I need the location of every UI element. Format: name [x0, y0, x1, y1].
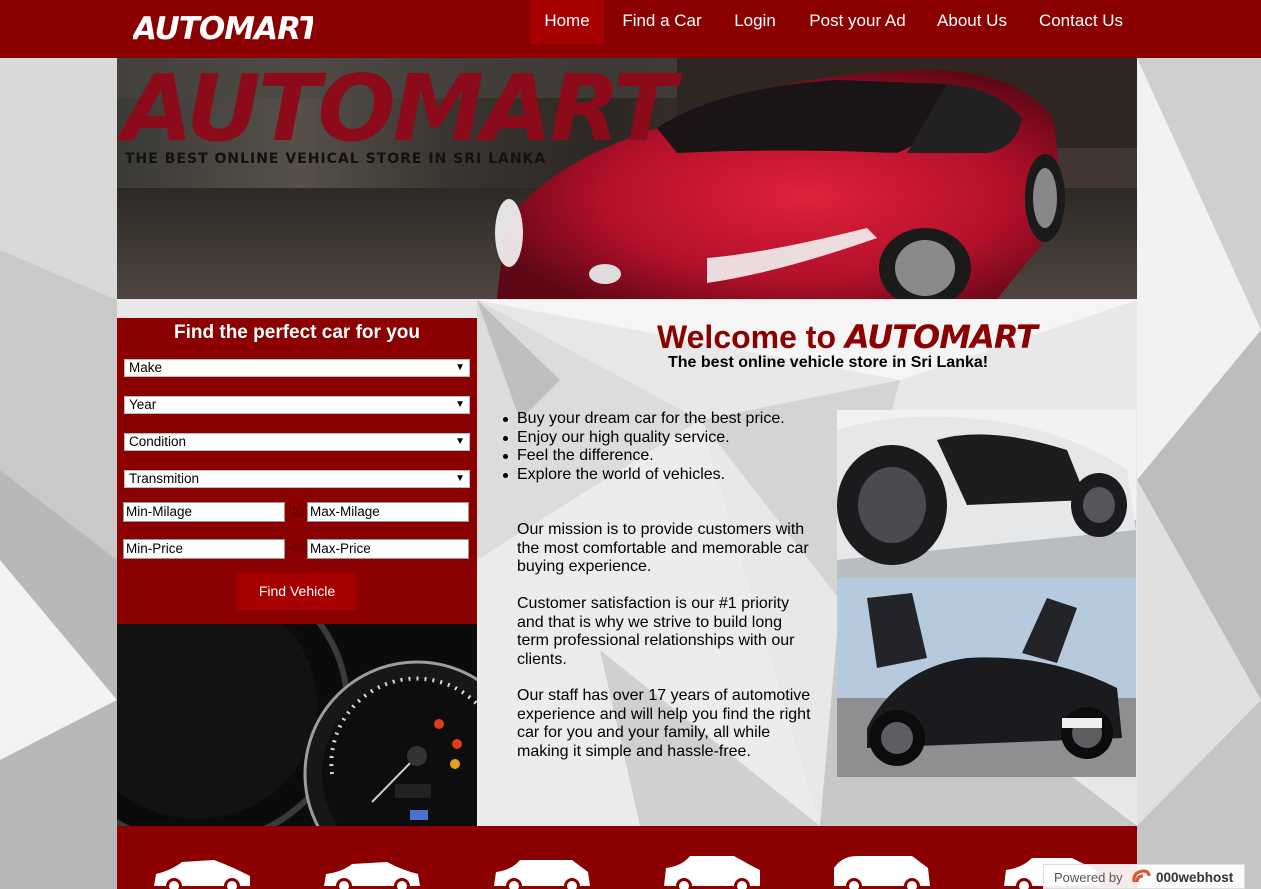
welcome-heading: Welcome to AUTOMART	[657, 318, 1038, 356]
wagon-icon[interactable]	[492, 856, 592, 889]
list-item: Explore the world of vehicles.	[503, 466, 785, 485]
condition-select-value: Condition	[129, 434, 187, 449]
webhost-name: 000webhost	[1156, 870, 1234, 885]
nav-home[interactable]: Home	[530, 0, 604, 44]
van-icon[interactable]	[832, 856, 932, 889]
find-vehicle-button[interactable]: Find Vehicle	[237, 573, 357, 610]
brand-logo[interactable]: AUTOMART	[133, 12, 313, 42]
chevron-down-icon: ▼	[455, 473, 465, 484]
nav-find-a-car[interactable]: Find a Car	[615, 0, 709, 44]
gauge-graphic	[117, 624, 477, 826]
min-milage-input[interactable]: Min-Milage	[123, 502, 285, 522]
welcome-subtitle: The best online vehicle store in Sri Lan…	[668, 354, 989, 371]
feature-list: Buy your dream car for the best price. E…	[503, 410, 785, 485]
nav-login[interactable]: Login	[727, 0, 783, 44]
condition-select[interactable]: Condition ▼	[124, 433, 470, 451]
chevron-down-icon: ▼	[455, 436, 465, 447]
milage-to-label: to	[292, 502, 304, 518]
staff-paragraph: Our staff has over 17 years of automotiv…	[517, 687, 811, 760]
satisfaction-paragraph: Customer satisfaction is our #1 priority…	[517, 595, 795, 668]
top-navbar: AUTOMART Home Find a Car Login Post your…	[0, 0, 1261, 58]
footer-band	[117, 826, 1137, 889]
powered-by-label: Powered by	[1054, 870, 1123, 885]
welcome-brand: AUTOMART	[844, 318, 1038, 356]
list-item: Buy your dream car for the best price.	[503, 410, 785, 427]
hero-tagline: THE BEST ONLINE VEHICAL STORE IN SRI LAN…	[125, 151, 547, 167]
brand-name: AUTOMART	[133, 12, 313, 42]
year-select[interactable]: Year ▼	[124, 396, 470, 414]
sedan-icon[interactable]	[322, 856, 422, 889]
hero-banner: AUTOMART THE BEST ONLINE VEHICAL STORE I…	[117, 58, 1137, 299]
min-price-input[interactable]: Min-Price	[123, 539, 285, 559]
list-item: Feel the difference.	[503, 447, 785, 466]
price-to-label: to	[292, 539, 304, 555]
max-price-input[interactable]: Max-Price	[307, 539, 469, 559]
transmission-select-value: Transmition	[129, 471, 200, 486]
max-milage-input[interactable]: Max-Milage	[307, 502, 469, 522]
transmission-select[interactable]: Transmition ▼	[124, 470, 470, 488]
chevron-down-icon: ▼	[455, 399, 465, 410]
hero-logo-text: AUTOMART	[117, 58, 682, 162]
nav-contact-us[interactable]: Contact Us	[1030, 0, 1132, 44]
white-sports-car-photo	[837, 410, 1136, 578]
black-sports-car-photo	[837, 578, 1136, 777]
search-title: Find the perfect car for you	[174, 322, 420, 343]
hatchback-icon[interactable]	[152, 856, 252, 889]
make-select-value: Make	[129, 360, 163, 375]
year-select-value: Year	[129, 397, 157, 412]
welcome-prefix: Welcome to	[657, 319, 836, 355]
list-item: Enjoy our high quality service.	[503, 429, 785, 448]
powered-by-badge[interactable]: Powered by 000webhost	[1043, 864, 1245, 889]
make-select[interactable]: Make ▼	[124, 359, 470, 377]
chevron-down-icon: ▼	[455, 362, 465, 373]
hero-car-image: AUTOMART	[117, 58, 1137, 299]
nav-about-us[interactable]: About Us	[930, 0, 1014, 44]
webhost-logo-icon	[1132, 869, 1151, 883]
nav-post-your-ad[interactable]: Post your Ad	[800, 0, 915, 44]
suv-icon[interactable]	[662, 856, 762, 889]
search-panel: Find the perfect car for you Make ▼ Year…	[117, 318, 477, 624]
mission-paragraph: Our mission is to provide customers with…	[517, 521, 809, 575]
speedometer-image	[117, 624, 477, 826]
